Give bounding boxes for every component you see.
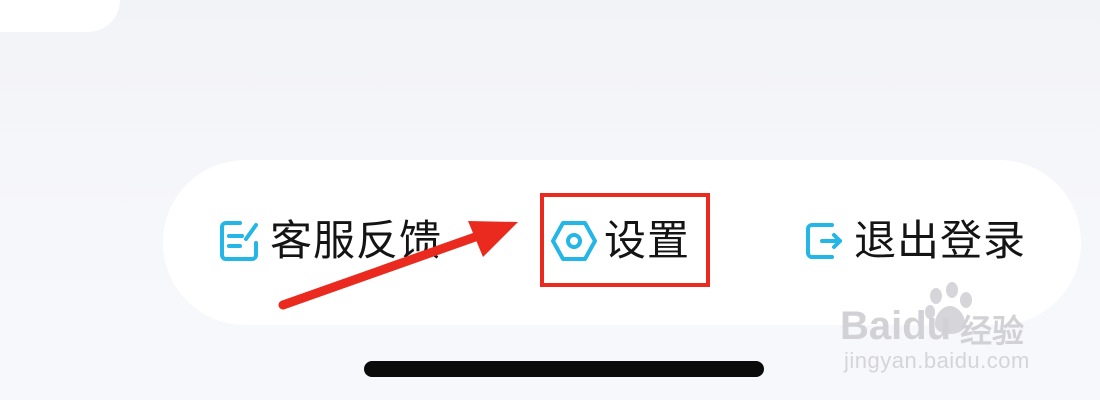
home-indicator bbox=[364, 361, 764, 377]
logout-label: 退出登录 bbox=[854, 216, 1027, 265]
feedback-button[interactable]: 客服反馈 bbox=[216, 217, 442, 265]
edit-note-icon bbox=[216, 217, 264, 265]
watermark-url: jingyan.baidu.com bbox=[844, 348, 1030, 373]
watermark-brand-cn: 经验 bbox=[960, 312, 1025, 350]
top-card-corner bbox=[0, 0, 120, 32]
highlight-box bbox=[540, 193, 710, 287]
baidu-jingyan-watermark: Baidu 经验 jingyan.baidu.com bbox=[840, 282, 1090, 382]
logout-button[interactable]: 退出登录 bbox=[800, 217, 1026, 265]
logout-icon bbox=[800, 217, 848, 265]
watermark-brand: Baidu bbox=[840, 304, 952, 348]
feedback-label: 客服反馈 bbox=[270, 216, 443, 265]
